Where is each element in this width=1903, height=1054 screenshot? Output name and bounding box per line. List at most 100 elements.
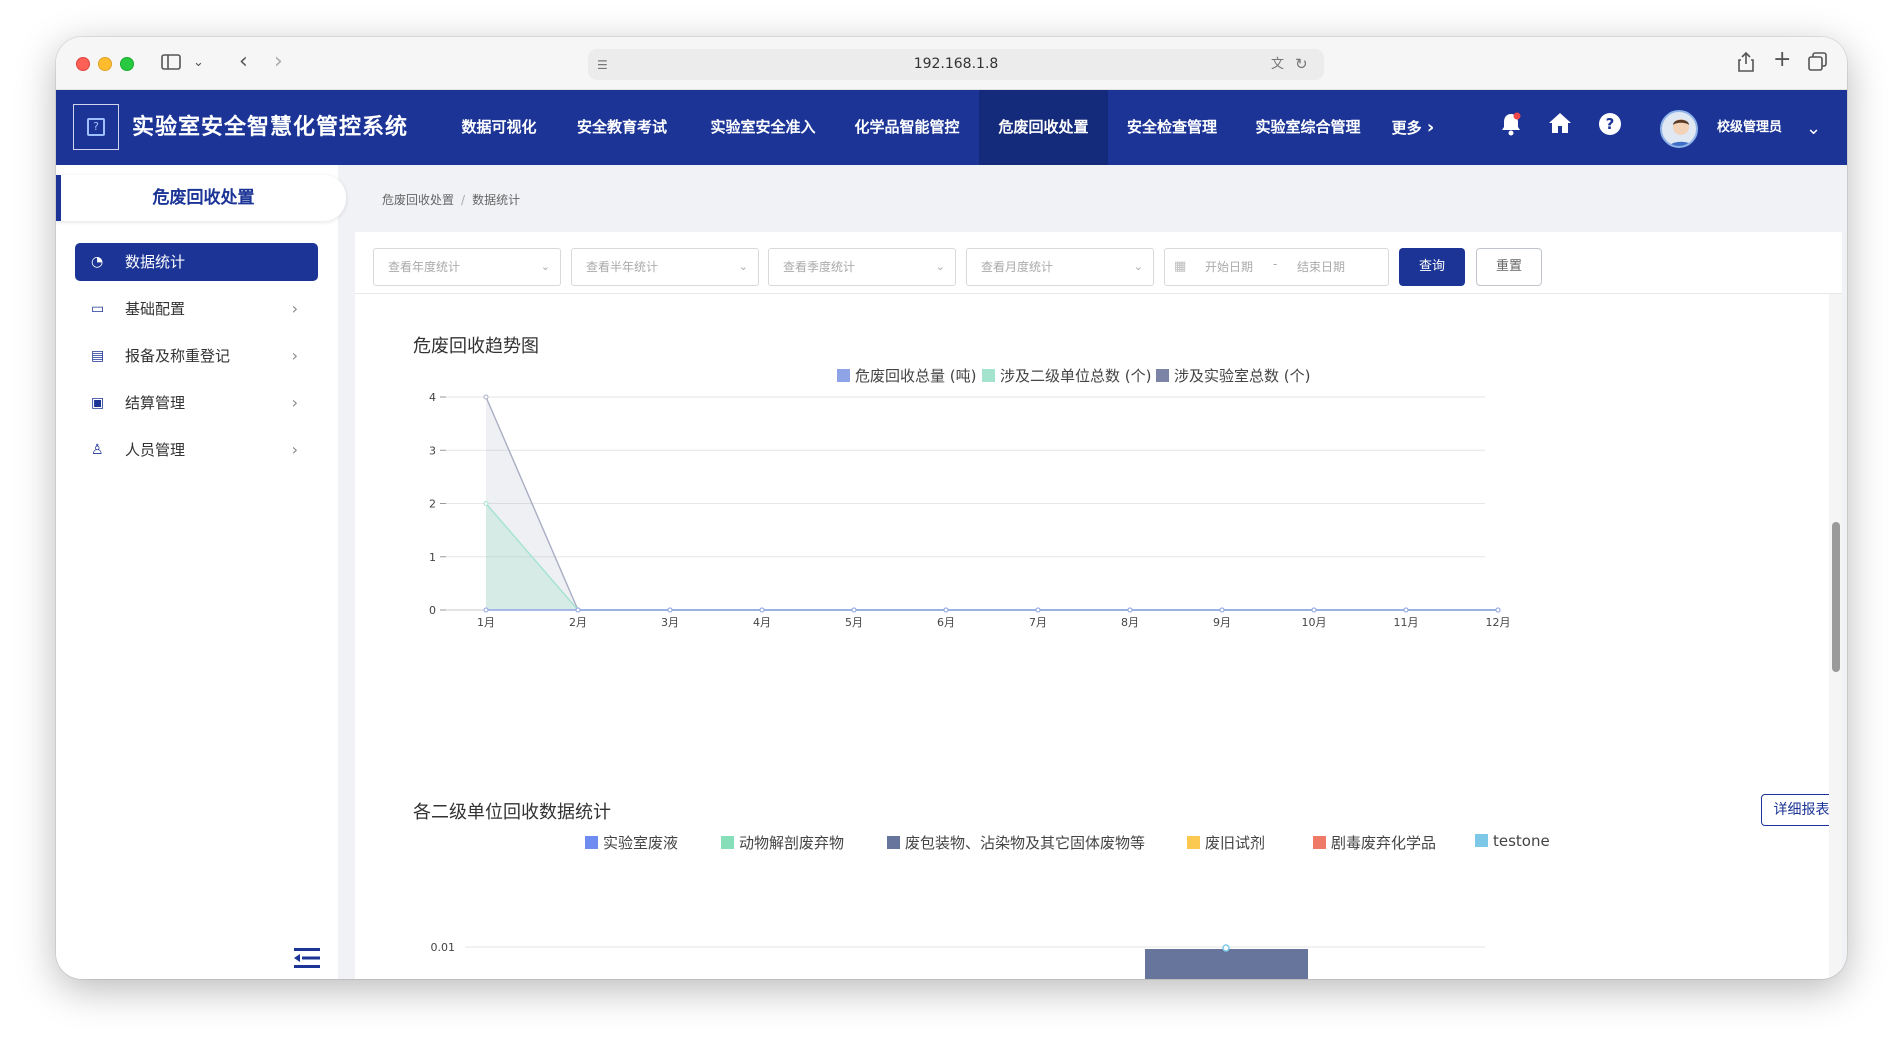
minimize-window-button[interactable] [98, 57, 112, 71]
data-point [1127, 607, 1133, 613]
sidebar-item-label: 基础配置 [125, 300, 186, 318]
data-point [1035, 607, 1041, 613]
y-tick-label: 3 [429, 444, 436, 457]
user-name[interactable]: 校级管理员 [1717, 90, 1782, 165]
chevron-down-icon[interactable]: ⌄ [1806, 114, 1821, 144]
y-tick-label: 2 [429, 498, 436, 511]
vertical-scrollbar[interactable] [1829, 294, 1842, 979]
chevron-right-icon: › [1426, 117, 1435, 138]
nav-lab-safety-access[interactable]: 实验室安全准入 [693, 90, 833, 165]
x-tick-label: 1月 [477, 616, 495, 629]
svg-text:?: ? [1606, 115, 1615, 133]
new-tab-icon[interactable]: + [1773, 49, 1791, 71]
scrollbar-thumb[interactable] [1832, 522, 1840, 672]
home-icon[interactable] [1548, 112, 1572, 143]
pie-chart-icon: ◔ [91, 254, 104, 270]
breadcrumb: 危废回收处置 / 数据统计 [382, 191, 520, 208]
nav-more-label: 更多 [1391, 119, 1422, 137]
sidebar-item-label: 报备及称重登记 [125, 347, 231, 365]
data-point [943, 607, 949, 613]
sidebar-toggle-icon[interactable] [161, 54, 181, 75]
nav-lab-management[interactable]: 实验室综合管理 [1238, 90, 1378, 165]
document-icon: ▤ [91, 348, 105, 364]
sidebar-item-data-statistics[interactable]: ◔ 数据统计 [75, 243, 318, 281]
data-point [483, 394, 489, 400]
x-tick-label: 11月 [1394, 616, 1419, 629]
chevron-right-icon: › [291, 440, 298, 459]
statistics-card: 查看年度统计 ⌄ 查看半年统计 ⌄ 查看季度统计 ⌄ 查看月度统计 ⌄ ▦ 开始… [355, 232, 1842, 979]
chevron-right-icon: › [291, 393, 298, 412]
sidebar-item-label: 结算管理 [125, 394, 186, 412]
data-point [1222, 944, 1230, 952]
nav-hazardous-waste[interactable]: 危废回收处置 [979, 90, 1108, 165]
x-tick-label: 10月 [1302, 616, 1327, 629]
unit-chart-title: 各二级单位回收数据统计 [413, 802, 611, 823]
share-icon[interactable] [1738, 51, 1754, 77]
nav-chemical-control[interactable]: 化学品智能管控 [837, 90, 977, 165]
nav-more[interactable]: 更多 › [1378, 90, 1448, 165]
logo-icon: ? [87, 118, 105, 136]
nav-safety-education-exam[interactable]: 安全教育考试 [561, 90, 683, 165]
sidebar-item-basic-config[interactable]: ▭ 基础配置 › [75, 290, 318, 328]
user-icon: ♙ [91, 442, 104, 458]
chevron-down-icon[interactable]: ⌄ [193, 53, 204, 73]
chevron-right-icon: › [291, 346, 298, 365]
x-tick-label: 12月 [1486, 616, 1511, 629]
top-navigation-bar: ? 实验室安全智慧化管控系统 数据可视化 安全教育考试 实验室安全准入 化学品智… [56, 90, 1847, 165]
system-logo[interactable]: ? [73, 104, 119, 150]
breadcrumb-item[interactable]: 危废回收处置 [382, 193, 454, 207]
sidebar-item-settlement[interactable]: ▣ 结算管理 › [75, 384, 318, 422]
data-point [759, 607, 765, 613]
y-tick-label: 1 [429, 551, 436, 564]
notification-bell-icon[interactable] [1500, 112, 1522, 145]
unit-bar-chart: 0.010.0080.0060.0044 [431, 941, 1485, 979]
data-point [483, 501, 489, 506]
collapse-menu-icon[interactable] [294, 947, 320, 973]
sidebar-item-label: 数据统计 [125, 253, 186, 271]
monitor-icon: ▭ [91, 301, 105, 317]
x-tick-label: 6月 [937, 616, 955, 629]
sidebar-title: 危废回收处置 [152, 188, 255, 208]
sidebar-item-label: 人员管理 [125, 441, 186, 459]
sidebar-module-tab[interactable]: 危废回收处置 [56, 175, 346, 221]
browser-toolbar: ⌄ ‹ › ☰ 192.168.1.8 文 ↻ + [56, 37, 1847, 90]
x-tick-label: 9月 [1213, 616, 1231, 629]
system-title: 实验室安全智慧化管控系统 [132, 115, 409, 140]
close-window-button[interactable] [76, 57, 90, 71]
x-tick-label: 8月 [1121, 616, 1139, 629]
forward-icon[interactable]: › [274, 51, 283, 73]
data-point [575, 607, 581, 613]
back-icon[interactable]: ‹ [239, 51, 248, 73]
x-tick-label: 7月 [1029, 616, 1047, 629]
data-point [1495, 607, 1501, 613]
data-point [667, 607, 673, 613]
bar-packaging-waste [1145, 949, 1308, 979]
nav-data-visualization[interactable]: 数据可视化 [446, 90, 552, 165]
browser-window: ⌄ ‹ › ☰ 192.168.1.8 文 ↻ + ? 实验室安全智慧化管控系统… [56, 37, 1847, 979]
x-tick-label: 3月 [661, 616, 679, 629]
data-point [1311, 607, 1317, 613]
address-bar[interactable]: ☰ 192.168.1.8 文 ↻ [588, 49, 1324, 80]
nav-safety-inspection[interactable]: 安全检查管理 [1108, 90, 1236, 165]
x-tick-label: 2月 [569, 616, 587, 629]
sidebar: 危废回收处置 ◔ 数据统计 ▭ 基础配置 › ▤ 报备及称重登记 › ▣ 结算管… [56, 165, 346, 979]
maximize-window-button[interactable] [120, 57, 134, 71]
data-point [851, 607, 857, 613]
reload-icon[interactable]: ↻ [1295, 54, 1308, 74]
sidebar-item-personnel[interactable]: ♙ 人员管理 › [75, 431, 318, 469]
data-point [1403, 607, 1409, 613]
data-point [1219, 607, 1225, 613]
ledger-icon: ▣ [91, 395, 105, 411]
breadcrumb-separator: / [461, 193, 466, 207]
y-tick-label: 0 [429, 604, 436, 617]
y-tick-label: 0.01 [431, 941, 456, 954]
breadcrumb-current: 数据统计 [472, 193, 521, 207]
tab-overview-icon[interactable] [1808, 52, 1827, 76]
help-icon[interactable]: ? [1598, 112, 1622, 145]
y-tick-label: 4 [429, 391, 436, 404]
translate-icon[interactable]: 文 [1271, 55, 1284, 75]
x-tick-label: 5月 [845, 616, 863, 629]
user-avatar[interactable] [1660, 110, 1698, 148]
x-tick-label: 4月 [753, 616, 771, 629]
sidebar-item-registration[interactable]: ▤ 报备及称重登记 › [75, 337, 318, 375]
